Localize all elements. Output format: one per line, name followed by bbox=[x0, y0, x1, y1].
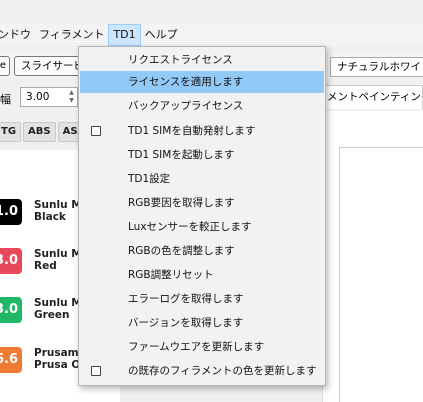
width-spinner[interactable]: ▲ ▼ bbox=[67, 89, 76, 105]
td-swatch: 3.0 bbox=[0, 297, 22, 323]
material-chips: TG ABS ASA bbox=[0, 122, 91, 142]
tab-filament-painting[interactable]: メントペインティング bbox=[322, 85, 423, 109]
color-select[interactable]: ナチュラルホワイト40 bbox=[330, 57, 423, 77]
filament-name: Sunlu M Red bbox=[34, 248, 82, 272]
td1-menu: リクエストライセンス ライセンスを適用します バックアップライセンス TD1 S… bbox=[78, 46, 326, 386]
menu-item-get-version[interactable]: バージョンを取得します bbox=[80, 312, 324, 334]
menu-item-apply-license[interactable]: ライセンスを適用します bbox=[80, 71, 324, 93]
menu-item-update-firmware[interactable]: ファームウエアを更新します bbox=[80, 336, 324, 358]
menu-item-reset-rgb[interactable]: RGB調整リセット bbox=[80, 264, 324, 286]
td-swatch: 3.0 bbox=[0, 248, 22, 274]
filament-name: Sunlu M Black bbox=[34, 199, 82, 223]
menu-item-launch-sim[interactable]: TD1 SIMを起動します bbox=[80, 144, 324, 166]
menu-filament[interactable]: フィラメント bbox=[35, 24, 108, 46]
menu-item-auto-launch-sim[interactable]: TD1 SIMを自動発射します bbox=[80, 120, 324, 142]
menu-item-adjust-rgb[interactable]: RGBの色を調整します bbox=[80, 240, 324, 262]
td-swatch: 6.6 bbox=[0, 347, 22, 373]
chip-material[interactable]: ABS bbox=[23, 122, 56, 142]
menu-item-td1-settings[interactable]: TD1設定 bbox=[80, 168, 324, 190]
menu-help[interactable]: ヘルプ bbox=[141, 24, 182, 46]
menu-td1[interactable]: TD1 bbox=[108, 24, 141, 46]
right-panel-frame bbox=[339, 147, 423, 402]
width-value: 3.00 bbox=[26, 91, 50, 103]
menu-item-backup-license[interactable]: バックアップライセンス bbox=[80, 95, 324, 117]
width-label: 幅 bbox=[0, 93, 11, 106]
menu-item-get-error-log[interactable]: エラーログを取得します bbox=[80, 288, 324, 310]
toolbar-left-button[interactable]: e bbox=[0, 56, 10, 76]
menu-item-get-rgb-factors[interactable]: RGB要因を取得します bbox=[80, 192, 324, 214]
td-swatch: 1.0 bbox=[0, 199, 22, 225]
width-input[interactable]: 3.00 ▲ ▼ bbox=[20, 87, 78, 107]
menu-item-update-filament-colors[interactable]: の既存のフィラメントの色を更新します bbox=[80, 360, 324, 382]
menu-bar: ンドウ フィラメント TD1 ヘルプ bbox=[0, 24, 423, 46]
checkbox-icon[interactable] bbox=[91, 126, 101, 136]
menu-item-request-license[interactable]: リクエストライセンス bbox=[80, 49, 324, 71]
menu-window[interactable]: ンドウ bbox=[0, 24, 35, 46]
menu-item-calibrate-lux[interactable]: Luxセンサーを較正します bbox=[80, 216, 324, 238]
right-panel bbox=[322, 111, 423, 402]
filament-name: Sunlu M Green bbox=[34, 297, 82, 321]
chip-material[interactable]: TG bbox=[0, 122, 22, 142]
checkbox-icon[interactable] bbox=[91, 366, 101, 376]
